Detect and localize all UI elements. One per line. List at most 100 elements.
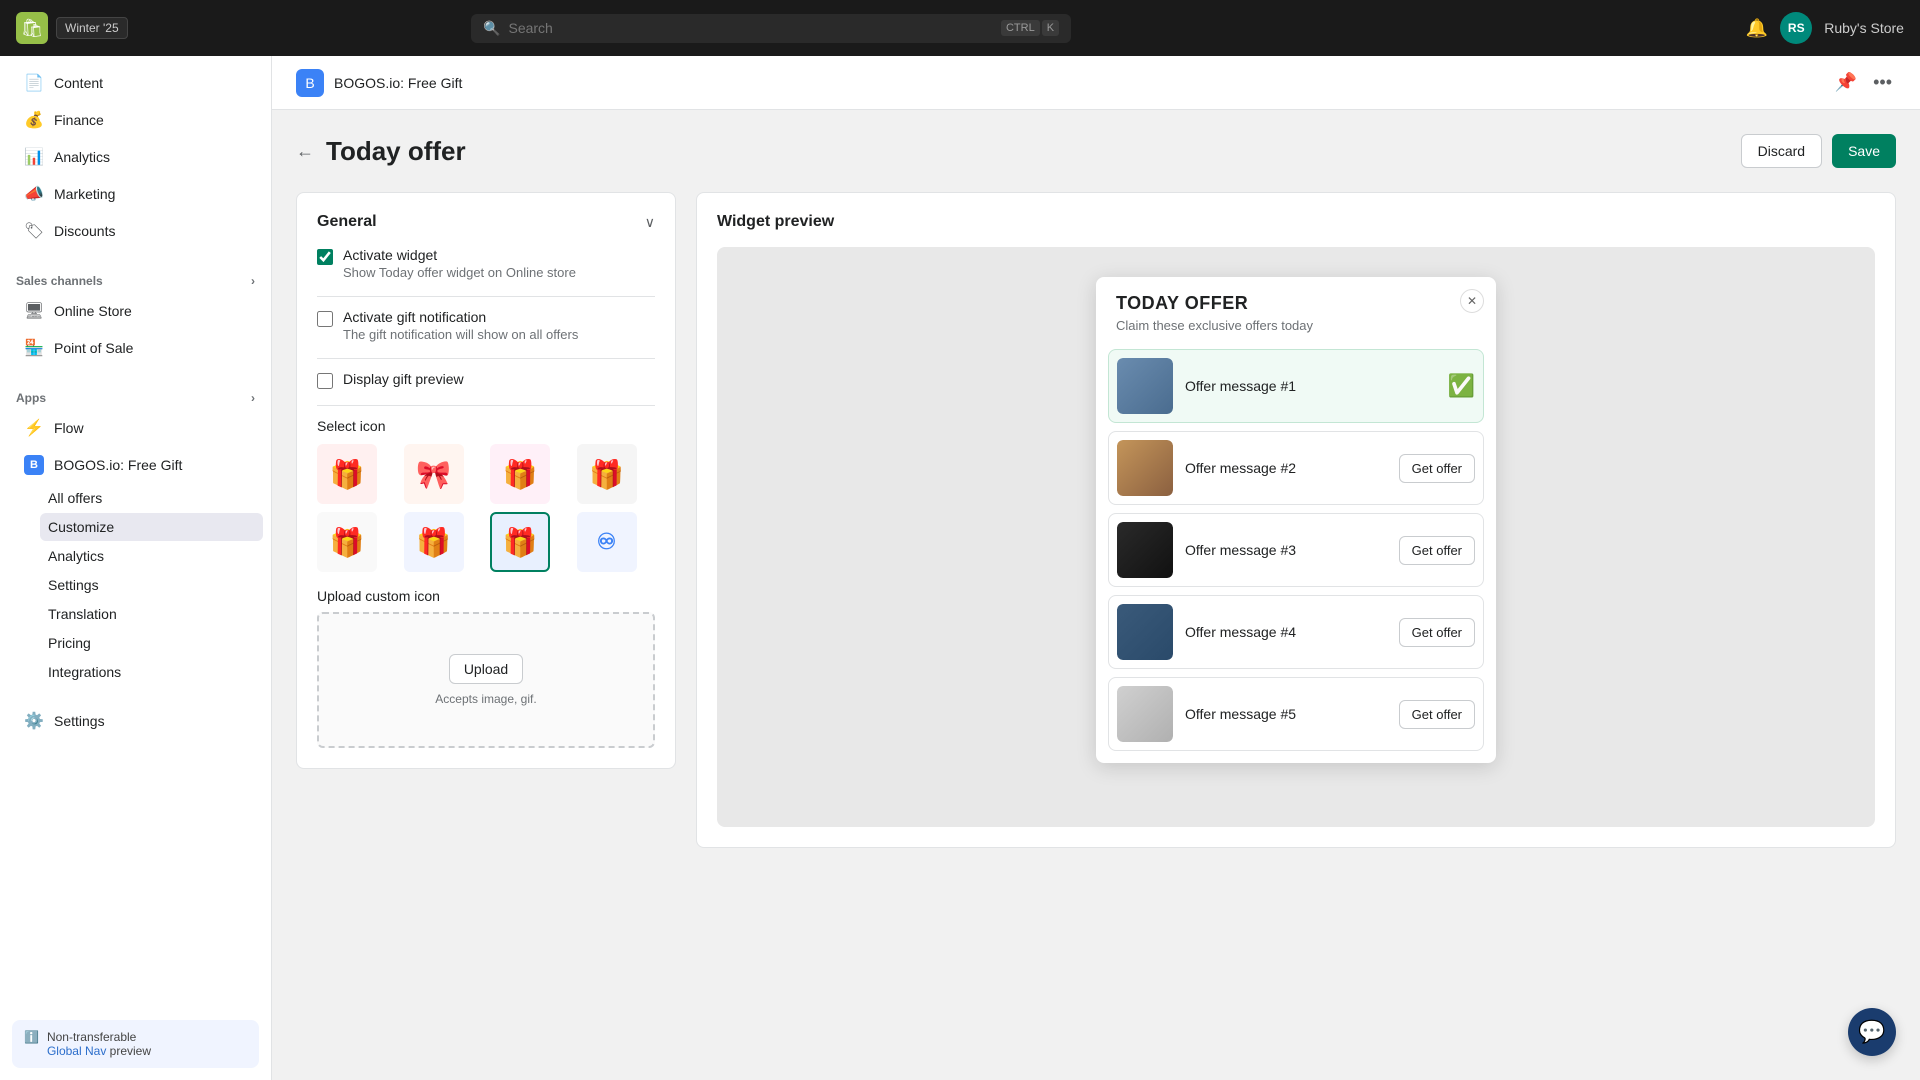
non-transferable-title: Non-transferable — [47, 1030, 151, 1044]
gift-notification-row: Activate gift notification The gift noti… — [317, 309, 655, 342]
notifications-icon[interactable]: 🔔 — [1746, 18, 1768, 39]
sidebar-item-label: Flow — [54, 420, 84, 436]
widget-close-button[interactable]: ✕ — [1460, 289, 1484, 313]
sidebar-item-label: Settings — [54, 713, 105, 729]
sidebar-item-label: Analytics — [54, 149, 110, 165]
icon-option-6[interactable]: 🎁 — [404, 512, 464, 572]
offer-message-5: Offer message #5 — [1185, 706, 1387, 722]
activate-widget-row: Activate widget Show Today offer widget … — [317, 247, 655, 280]
panel-header: General ∨ — [317, 213, 655, 231]
global-nav-link[interactable]: Global Nav — [47, 1044, 106, 1058]
icon-option-8[interactable]: ♾ — [577, 512, 637, 572]
discounts-icon: 🏷 — [24, 221, 44, 241]
save-button[interactable]: Save — [1832, 134, 1896, 168]
icon-option-2[interactable]: 🎀 — [404, 444, 464, 504]
search-input[interactable] — [508, 20, 992, 36]
sidebar-item-bogos[interactable]: B BOGOS.io: Free Gift — [8, 447, 263, 483]
discard-button[interactable]: Discard — [1741, 134, 1822, 168]
activate-widget-checkbox[interactable] — [317, 249, 333, 265]
offer-thumb-3 — [1117, 522, 1173, 578]
sidebar-item-analytics[interactable]: 📊 Analytics — [8, 139, 263, 175]
app-header-title: BOGOS.io: Free Gift — [334, 75, 462, 91]
offer-item-2: Offer message #2 Get offer — [1108, 431, 1484, 505]
info-icon: ℹ️ — [24, 1030, 39, 1058]
gift-notification-checkbox[interactable] — [317, 311, 333, 327]
icon-option-7[interactable]: 🎁 — [490, 512, 550, 572]
store-name: Ruby's Store — [1824, 20, 1904, 36]
page-title-row: ← Today offer — [296, 136, 466, 167]
icon-option-4[interactable]: 🎁 — [577, 444, 637, 504]
tshirt-image — [1117, 522, 1173, 578]
preview-background: ✕ TODAY OFFER Claim these exclusive offe… — [717, 247, 1875, 827]
sub-item-translation[interactable]: Translation — [40, 600, 263, 628]
pin-button[interactable]: 📌 — [1831, 68, 1861, 97]
right-panel: Widget preview ✕ TODAY OFFER Claim these… — [696, 192, 1896, 848]
divider-1 — [317, 296, 655, 297]
marketing-icon: 📣 — [24, 184, 44, 204]
sidebar-item-content[interactable]: 📄 Content — [8, 65, 263, 101]
content-icon: 📄 — [24, 73, 44, 93]
panel-chevron-icon[interactable]: ∨ — [645, 214, 655, 231]
chat-button[interactable]: 💬 — [1848, 1008, 1896, 1056]
offer-item-4: Offer message #4 Get offer — [1108, 595, 1484, 669]
non-transferable-box: ℹ️ Non-transferable Global Nav preview — [12, 1020, 259, 1068]
layout: 📄 Content 💰 Finance 📊 Analytics 📣 Market… — [0, 56, 1920, 1080]
icon-option-1[interactable]: 🎁 — [317, 444, 377, 504]
bag-image — [1117, 440, 1173, 496]
online-store-icon: 🖥 — [24, 301, 44, 321]
sub-item-all-offers[interactable]: All offers — [40, 484, 263, 512]
sidebar-item-point-of-sale[interactable]: 🏪 Point of Sale — [8, 330, 263, 366]
offer-message-4: Offer message #4 — [1185, 624, 1387, 640]
shopify-icon: 🛍 — [16, 12, 48, 44]
nav-section: 📄 Content 💰 Finance 📊 Analytics 📣 Market… — [0, 56, 271, 258]
left-panel: General ∨ Activate widget Show Today off… — [296, 192, 676, 848]
apps-expand-icon[interactable]: › — [251, 391, 255, 405]
app-header: B BOGOS.io: Free Gift 📌 ••• — [272, 56, 1920, 110]
sub-item-pricing[interactable]: Pricing — [40, 629, 263, 657]
divider-3 — [317, 405, 655, 406]
search-icon: 🔍 — [483, 20, 500, 37]
activate-widget-desc: Show Today offer widget on Online store — [343, 265, 576, 280]
sidebar-item-finance[interactable]: 💰 Finance — [8, 102, 263, 138]
sidebar-item-label: Point of Sale — [54, 340, 133, 356]
sub-item-customize[interactable]: Customize — [40, 513, 263, 541]
bogos-sub-items: All offers Customize Analytics Settings … — [0, 484, 271, 686]
icon-option-3[interactable]: 🎁 — [490, 444, 550, 504]
sub-item-analytics[interactable]: Analytics — [40, 542, 263, 570]
more-button[interactable]: ••• — [1869, 68, 1896, 97]
sidebar-item-flow[interactable]: ⚡ Flow — [8, 410, 263, 446]
back-button[interactable]: ← — [296, 141, 314, 162]
sidebar-item-label: Online Store — [54, 303, 132, 319]
display-preview-checkbox[interactable] — [317, 373, 333, 389]
jeans-image-1 — [1117, 358, 1173, 414]
get-offer-button-5[interactable]: Get offer — [1399, 700, 1475, 729]
offer-item-3: Offer message #3 Get offer — [1108, 513, 1484, 587]
sidebar-item-settings[interactable]: ⚙️ Settings — [8, 703, 263, 739]
hat-image — [1117, 686, 1173, 742]
flow-icon: ⚡ — [24, 418, 44, 438]
icon-option-5[interactable]: 🎁 — [317, 512, 377, 572]
topbar: 🛍 Winter '25 🔍 CTRL K 🔔 RS Ruby's Store — [0, 0, 1920, 56]
icon-grid: 🎁 🎀 🎁 🎁 🎁 🎁 🎁 ♾ — [317, 444, 655, 572]
sub-item-settings[interactable]: Settings — [40, 571, 263, 599]
claimed-checkmark-icon: ✅ — [1448, 373, 1475, 399]
divider-2 — [317, 358, 655, 359]
sidebar-item-online-store[interactable]: 🖥 Online Store — [8, 293, 263, 329]
sidebar-item-discounts[interactable]: 🏷 Discounts — [8, 213, 263, 249]
get-offer-button-4[interactable]: Get offer — [1399, 618, 1475, 647]
page-content: ← Today offer Discard Save General ∨ — [272, 110, 1920, 1080]
upload-button[interactable]: Upload — [449, 654, 523, 684]
general-panel: General ∨ Activate widget Show Today off… — [296, 192, 676, 769]
sales-channels-expand-icon[interactable]: › — [251, 274, 255, 288]
panel-title: General — [317, 213, 377, 231]
sidebar-item-marketing[interactable]: 📣 Marketing — [8, 176, 263, 212]
get-offer-button-3[interactable]: Get offer — [1399, 536, 1475, 565]
get-offer-button-2[interactable]: Get offer — [1399, 454, 1475, 483]
display-preview-label: Display gift preview — [343, 371, 464, 387]
avatar[interactable]: RS — [1780, 12, 1812, 44]
gift-notification-label: Activate gift notification — [343, 309, 578, 325]
offer-thumb-2 — [1117, 440, 1173, 496]
search-bar[interactable]: 🔍 CTRL K — [471, 14, 1071, 43]
sub-item-integrations[interactable]: Integrations — [40, 658, 263, 686]
upload-zone: Upload Accepts image, gif. — [317, 612, 655, 748]
